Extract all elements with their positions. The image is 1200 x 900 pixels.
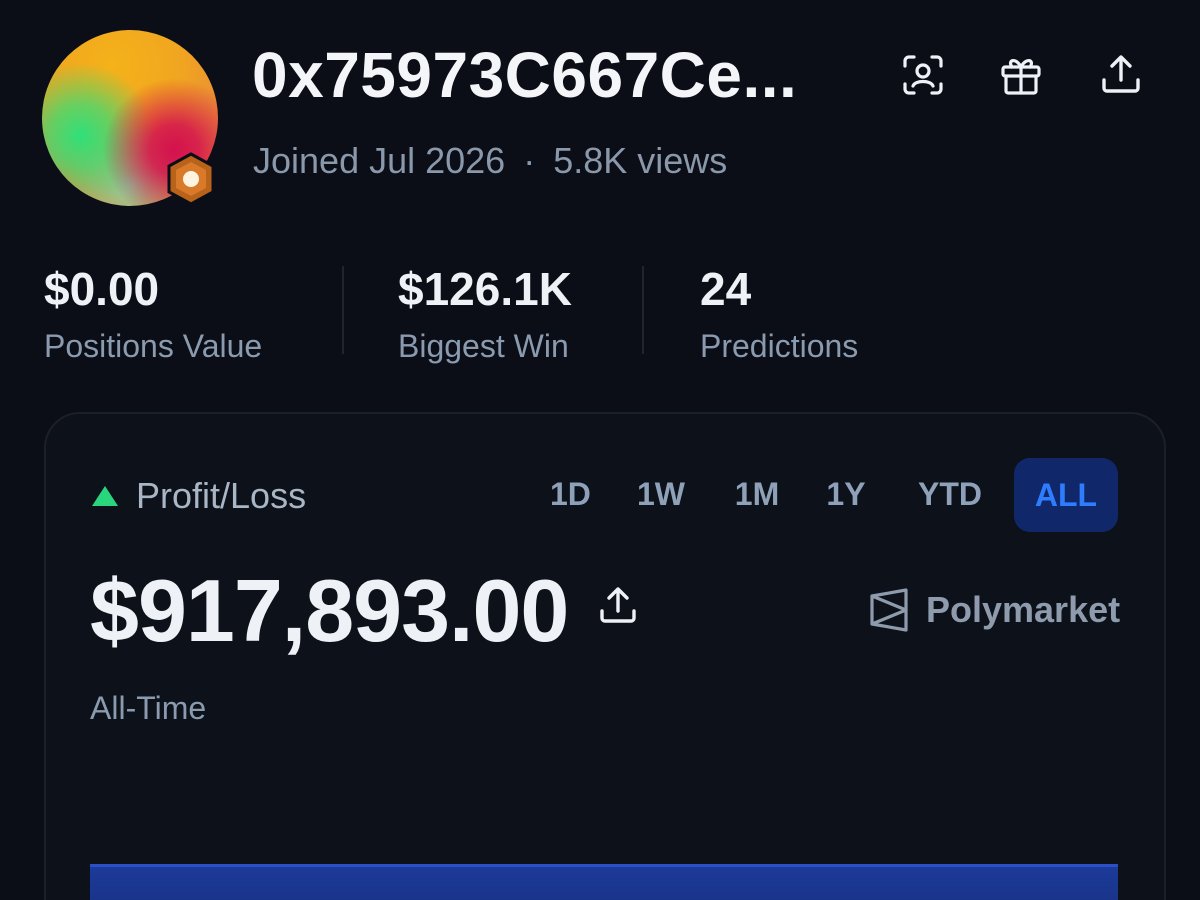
stat-value: $0.00 bbox=[44, 263, 160, 315]
range-tab-1m[interactable]: 1M bbox=[732, 476, 782, 513]
share-icon[interactable] bbox=[1096, 50, 1146, 100]
range-tab-all[interactable]: ALL bbox=[1014, 458, 1118, 532]
profit-loss-header: Profit/Loss bbox=[92, 475, 306, 517]
rank-badge-icon bbox=[164, 152, 218, 206]
stat-biggest-win: $126.1K Biggest Win bbox=[398, 262, 572, 365]
profile-meta: Joined Jul 2026 · 5.8K views bbox=[253, 140, 727, 182]
profit-loss-amount: $917,893.00 bbox=[90, 561, 569, 660]
stat-predictions: 24 Predictions bbox=[700, 262, 858, 365]
range-tab-ytd[interactable]: YTD bbox=[912, 476, 988, 513]
period-label: All-Time bbox=[90, 690, 207, 726]
stat-value: $126.1K bbox=[398, 263, 572, 315]
gift-icon[interactable] bbox=[996, 50, 1046, 100]
stat-divider bbox=[642, 266, 644, 354]
view-count: 5.8K views bbox=[553, 140, 728, 181]
up-triangle-icon bbox=[92, 486, 118, 506]
stat-label: Predictions bbox=[700, 328, 859, 364]
scan-face-icon[interactable] bbox=[898, 50, 948, 100]
range-tab-1y[interactable]: 1Y bbox=[826, 476, 866, 513]
pnl-chart-area bbox=[90, 866, 1118, 900]
polymarket-brand: Polymarket bbox=[868, 588, 1120, 632]
share-pnl-icon[interactable] bbox=[596, 584, 640, 628]
meta-separator: · bbox=[523, 140, 536, 181]
polymarket-logo-icon bbox=[870, 588, 908, 632]
stat-label: Positions Value bbox=[44, 328, 263, 364]
stat-label: Biggest Win bbox=[398, 328, 569, 364]
profile-page: 0x75973C667Ce... Joined Jul 2026 · 5.8K vi… bbox=[0, 0, 1200, 900]
pnl-chart-line bbox=[90, 864, 1118, 867]
username: 0x75973C667Ce... bbox=[252, 39, 798, 111]
profit-loss-label: Profit/Loss bbox=[136, 475, 307, 516]
joined-date: Joined Jul 2026 bbox=[253, 140, 506, 181]
stat-positions-value: $0.00 Positions Value bbox=[44, 262, 262, 365]
stat-divider bbox=[342, 266, 344, 354]
range-tab-1w[interactable]: 1W bbox=[636, 476, 686, 513]
range-tab-1d[interactable]: 1D bbox=[550, 476, 591, 513]
stat-value: 24 bbox=[700, 263, 752, 315]
brand-name: Polymarket bbox=[926, 589, 1121, 630]
